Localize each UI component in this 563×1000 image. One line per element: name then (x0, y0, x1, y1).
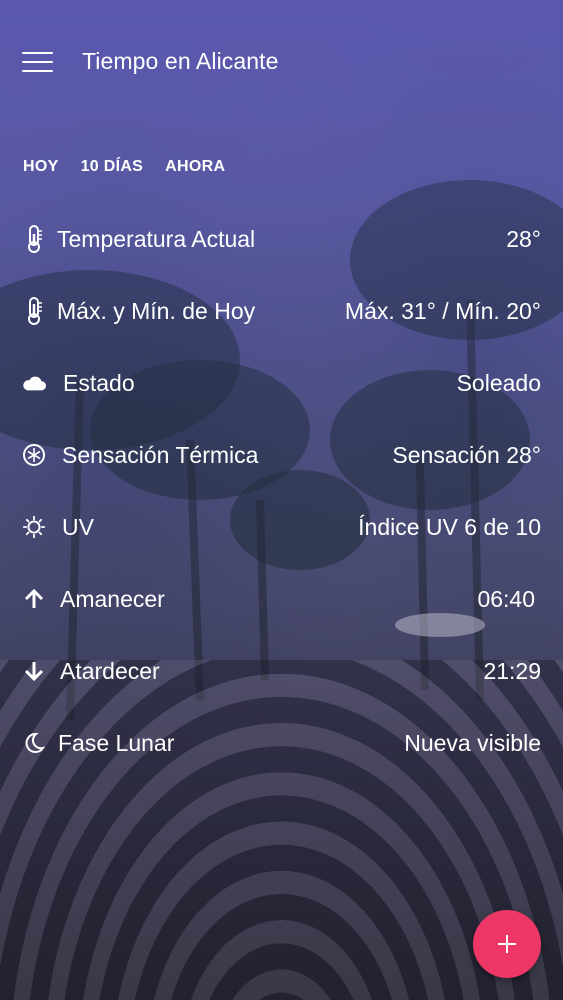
snowflake-icon (22, 440, 46, 470)
list-item-atardecer: Atardecer 21:29 (0, 635, 563, 707)
tab-bar: HOY 10 DÍAS AHORA (23, 158, 247, 176)
row-value: 21:29 (483, 657, 541, 684)
tab-ahora[interactable]: AHORA (165, 158, 225, 176)
plus-icon (498, 935, 516, 953)
thermometer-icon (22, 224, 46, 254)
row-value: Máx. 31° / Mín. 20° (344, 297, 541, 324)
moon-icon (22, 728, 46, 758)
row-label: Estado (63, 369, 135, 396)
cloud-icon (22, 368, 46, 398)
row-value: Soleado (456, 369, 541, 396)
list-item-uv: UV Índice UV 6 de 10 (0, 491, 563, 563)
list-item-temperatura-actual: Temperatura Actual 28° (0, 203, 563, 275)
row-label: Atardecer (60, 657, 160, 684)
tab-10-dias[interactable]: 10 DÍAS (81, 158, 144, 176)
sun-icon (22, 512, 46, 542)
row-label: Máx. y Mín. de Hoy (57, 297, 256, 324)
list-item-estado: Estado Soleado (0, 347, 563, 419)
row-label: Amanecer (60, 585, 165, 612)
arrow-up-icon (22, 584, 46, 614)
list-item-fase-lunar: Fase Lunar Nueva visible (0, 707, 563, 779)
row-value: Sensación 28° (392, 441, 541, 468)
arrow-down-icon (22, 656, 46, 686)
add-button[interactable] (473, 910, 541, 978)
row-value: 28° (506, 225, 541, 252)
row-label: Temperatura Actual (57, 225, 256, 252)
list-item-sensacion: Sensación Térmica Sensación 28° (0, 419, 563, 491)
row-value: Índice UV 6 de 10 (358, 513, 541, 540)
list-item-max-min: Máx. y Mín. de Hoy Máx. 31° / Mín. 20° (0, 275, 563, 347)
row-value: Nueva visible (404, 729, 541, 756)
page-title: Tiempo en Alicante (82, 48, 279, 74)
hamburger-menu-icon[interactable] (22, 50, 54, 74)
thermometer-icon (22, 296, 46, 326)
weather-list: Temperatura Actual 28° Máx. y Mín. de Ho… (0, 203, 563, 779)
row-label: Fase Lunar (58, 729, 175, 756)
list-item-amanecer: Amanecer 06:40 (0, 563, 563, 635)
tab-hoy[interactable]: HOY (23, 158, 59, 176)
row-value: 06:40 (477, 585, 535, 612)
app-bar: Tiempo en Alicante (0, 0, 563, 125)
row-label: UV (62, 513, 94, 540)
row-label: Sensación Térmica (62, 441, 259, 468)
